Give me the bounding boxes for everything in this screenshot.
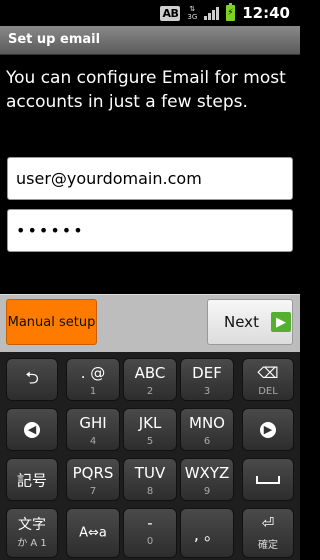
key-5[interactable]: JKL 5 xyxy=(123,408,177,451)
network-type-label: 3G xyxy=(187,13,198,21)
delete-key[interactable]: ⌫ DEL xyxy=(242,358,294,401)
key-7[interactable]: PQRS 7 xyxy=(66,458,120,501)
key-9[interactable]: WXYZ 9 xyxy=(180,458,234,501)
right-arrow-icon: ▶ xyxy=(260,421,276,438)
key-digit: 7 xyxy=(89,486,97,497)
key-1[interactable]: . @ 1 xyxy=(66,358,120,401)
input-mode-options: か A 1 xyxy=(17,538,47,549)
soft-keyboard: ⮌ . @ 1 ABC 2 DEF 3 ⌫ DEL ◀ GHI 4 JKL 5 … xyxy=(0,352,300,560)
email-field[interactable]: user@yourdomain.com xyxy=(7,157,293,200)
signal-strength-icon xyxy=(204,6,220,20)
key-label: DEF xyxy=(192,364,222,382)
enter-label: 確定 xyxy=(258,540,278,551)
key-label: WXYZ xyxy=(184,464,230,482)
password-field[interactable]: •••••• xyxy=(7,209,293,252)
key-label: - xyxy=(147,514,153,532)
next-button[interactable]: Next ▶ xyxy=(207,299,293,345)
key-2[interactable]: ABC 2 xyxy=(123,358,177,401)
left-key[interactable]: ◀ xyxy=(6,408,58,451)
space-key[interactable] xyxy=(242,458,294,501)
case-toggle-key[interactable]: A⇔a xyxy=(66,508,120,558)
key-8[interactable]: TUV 8 xyxy=(123,458,177,501)
title-bar: Set up email xyxy=(0,26,300,55)
delete-icon: ⌫ xyxy=(257,364,279,382)
key-label: JKL xyxy=(138,414,162,432)
right-key[interactable]: ▶ xyxy=(242,408,294,451)
punctuation-key[interactable]: , 。 xyxy=(180,508,234,558)
symbol-key[interactable]: 記号 xyxy=(6,458,58,501)
key-0[interactable]: - 0 xyxy=(123,508,177,558)
next-arrow-icon: ▶ xyxy=(270,312,291,332)
clock: 12:40 xyxy=(242,4,290,22)
key-digit: 9 xyxy=(203,486,211,497)
key-digit: 0 xyxy=(146,536,154,547)
key-label: PQRS xyxy=(72,464,114,482)
battery-icon xyxy=(226,3,236,21)
key-3[interactable]: DEF 3 xyxy=(180,358,234,401)
back-arrow-icon: ⮌ xyxy=(25,368,39,388)
key-label: TUV xyxy=(134,464,166,482)
symbol-key-label: 記号 xyxy=(16,471,47,489)
key-digit: 8 xyxy=(146,486,154,497)
key-label: MNO xyxy=(189,414,225,432)
key-label: . @ xyxy=(80,364,106,382)
ime-indicator: AB xyxy=(160,5,181,21)
button-bar: Manual setup Next ▶ xyxy=(0,294,300,352)
punctuation-label: , 。 xyxy=(193,525,221,544)
key-label: GHI xyxy=(79,414,107,432)
key-digit: 3 xyxy=(203,386,211,397)
status-bar: AB ⇅ 3G 12:40 xyxy=(0,0,300,26)
key-digit: 5 xyxy=(146,436,154,447)
delete-label: DEL xyxy=(258,386,278,397)
case-toggle-label: A⇔a xyxy=(79,525,107,541)
space-icon xyxy=(256,475,280,484)
back-arrow-key[interactable]: ⮌ xyxy=(6,358,58,401)
left-arrow-icon: ◀ xyxy=(24,421,40,438)
key-6[interactable]: MNO 6 xyxy=(180,408,234,451)
intro-text: You can configure Email for most account… xyxy=(6,68,286,112)
key-4[interactable]: GHI 4 xyxy=(66,408,120,451)
page-title: Set up email xyxy=(8,32,101,47)
enter-key[interactable]: ⏎ 確定 xyxy=(242,508,294,558)
key-digit: 2 xyxy=(146,386,154,397)
manual-setup-button[interactable]: Manual setup xyxy=(6,299,97,345)
input-mode-key[interactable]: 文字 か A 1 xyxy=(6,508,58,558)
network-activity-icon: ⇅ xyxy=(189,5,196,13)
key-digit: 1 xyxy=(89,386,97,397)
enter-icon: ⏎ xyxy=(261,514,275,532)
key-label: ABC xyxy=(134,364,166,382)
key-digit: 6 xyxy=(203,436,211,447)
input-mode-label: 文字 xyxy=(18,517,46,533)
next-button-label: Next xyxy=(224,313,259,331)
key-digit: 4 xyxy=(89,436,97,447)
input-mode-sub: か A 1 xyxy=(7,534,57,549)
network-3g-icon: ⇅ 3G xyxy=(187,5,197,21)
